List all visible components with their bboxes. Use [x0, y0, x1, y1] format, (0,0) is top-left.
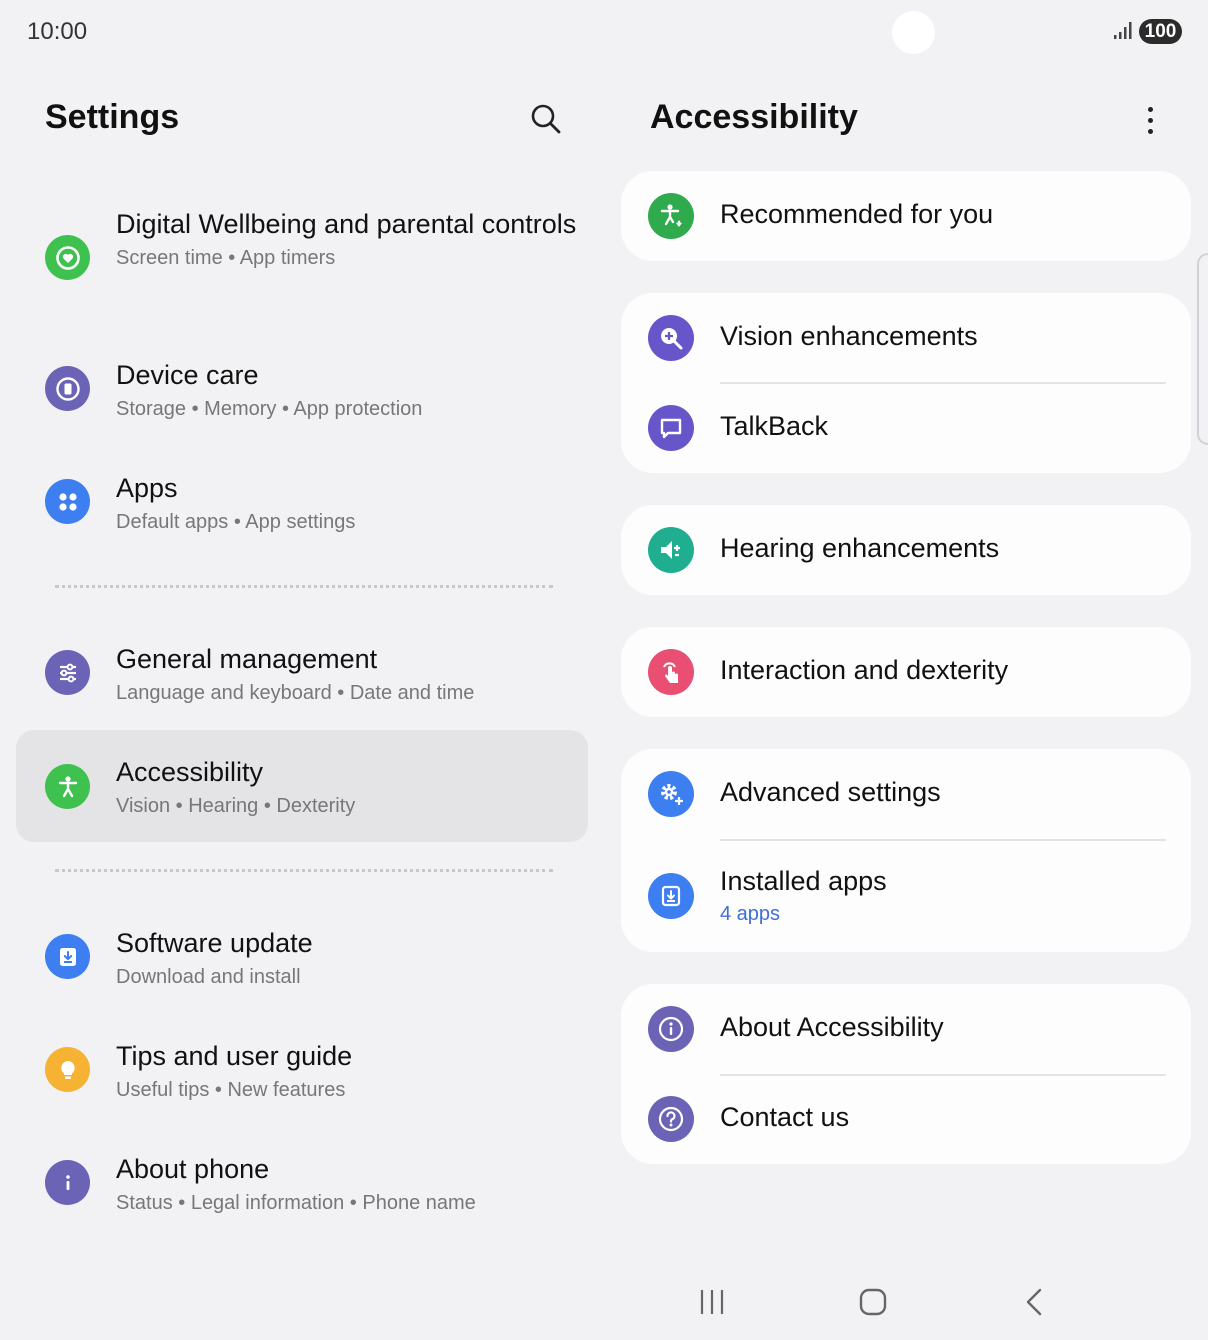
battery-indicator: 100 — [1139, 19, 1182, 44]
row-label: Recommended for you — [720, 199, 994, 229]
more-options-icon — [1147, 106, 1153, 112]
row-label: About Accessibility — [720, 1012, 944, 1042]
accessibility-icon — [45, 764, 90, 809]
settings-item-title: Digital Wellbeing and parental controls — [116, 209, 577, 239]
signal-icon — [1114, 22, 1132, 39]
more-options-icon-dot — [1147, 128, 1153, 134]
recent-apps-icon — [700, 1290, 724, 1314]
installed-apps-count: 4 apps — [720, 903, 781, 925]
settings-item-subtitle: Default apps • App settings — [116, 511, 356, 533]
settings-item-title: Tips and user guide — [116, 1041, 353, 1071]
settings-item-tips[interactable]: Tips and user guide Useful tips • New fe… — [16, 1026, 588, 1114]
talkback-chat-icon — [648, 405, 694, 451]
scrollbar-thumb[interactable] — [1197, 253, 1208, 445]
settings-item-title: Device care — [116, 360, 259, 390]
row-hearing-enhancements[interactable]: Hearing enhancements — [621, 505, 1191, 595]
settings-item-subtitle: Vision • Hearing • Dexterity — [116, 795, 356, 817]
row-label: Vision enhancements — [720, 321, 978, 351]
back-button[interactable] — [1012, 1280, 1058, 1324]
settings-title: Settings — [45, 98, 180, 136]
general-management-icon — [45, 650, 90, 695]
settings-item-digital-wellbeing[interactable]: Digital Wellbeing and parental controls … — [16, 196, 588, 318]
row-label: Interaction and dexterity — [720, 655, 1009, 685]
search-icon — [531, 104, 561, 134]
row-about-accessibility[interactable]: About Accessibility — [621, 984, 1191, 1074]
settings-item-subtitle: Language and keyboard • Date and time — [116, 682, 475, 704]
row-talkback[interactable]: TalkBack — [621, 383, 1191, 473]
settings-item-subtitle: Screen time • App timers — [116, 247, 336, 269]
recent-apps-button[interactable] — [690, 1280, 736, 1324]
more-options-icon-dot — [1147, 117, 1153, 123]
search-button[interactable] — [524, 97, 568, 141]
accessibility-title: Accessibility — [650, 98, 858, 136]
card-interaction: Interaction and dexterity — [621, 627, 1191, 717]
status-bar: 10:00 100 — [0, 0, 1208, 64]
row-label: Contact us — [720, 1102, 850, 1132]
row-vision-enhancements[interactable]: Vision enhancements — [621, 293, 1191, 383]
row-installed-apps[interactable]: Installed apps 4 apps — [621, 840, 1191, 952]
card-vision: Vision enhancements TalkBack — [621, 293, 1191, 473]
row-label: Installed apps — [720, 866, 887, 896]
digital-wellbeing-icon — [45, 235, 90, 280]
settings-item-software-update[interactable]: Software update Download and install — [16, 913, 588, 1001]
row-advanced-settings[interactable]: Advanced settings — [621, 749, 1191, 839]
info-icon — [648, 1006, 694, 1052]
row-label: Advanced settings — [720, 777, 941, 807]
installed-download-icon — [648, 873, 694, 919]
device-care-icon — [45, 366, 90, 411]
row-interaction-dexterity[interactable]: Interaction and dexterity — [621, 627, 1191, 717]
settings-item-subtitle: Status • Legal information • Phone name — [116, 1192, 476, 1214]
front-camera — [892, 11, 935, 54]
apps-icon — [45, 479, 90, 524]
card-hearing: Hearing enhancements — [621, 505, 1191, 595]
row-label: Hearing enhancements — [720, 533, 1000, 563]
back-icon — [1026, 1288, 1042, 1316]
software-update-icon — [45, 934, 90, 979]
home-icon — [859, 1288, 887, 1316]
row-label: TalkBack — [720, 411, 829, 441]
card-about: About Accessibility Contact us — [621, 984, 1191, 1164]
tips-icon — [45, 1047, 90, 1092]
settings-item-title: Software update — [116, 928, 313, 958]
interaction-touch-icon — [648, 649, 694, 695]
settings-item-title: Apps — [116, 473, 178, 503]
settings-item-subtitle: Storage • Memory • App protection — [116, 398, 423, 420]
help-question-icon — [648, 1096, 694, 1142]
advanced-gear-icon — [648, 771, 694, 817]
settings-item-accessibility[interactable]: Accessibility Vision • Hearing • Dexteri… — [16, 730, 588, 842]
settings-item-subtitle: Useful tips • New features — [116, 1079, 346, 1101]
settings-item-general-management[interactable]: General management Language and keyboard… — [16, 629, 588, 717]
more-options-button[interactable] — [1134, 100, 1166, 140]
vision-magnifier-icon — [648, 315, 694, 361]
settings-item-title: General management — [116, 644, 378, 674]
card-advanced: Advanced settings Installed apps 4 apps — [621, 749, 1191, 952]
settings-item-title: Accessibility — [116, 757, 264, 787]
recommended-accessibility-icon — [648, 193, 694, 239]
group-divider — [55, 585, 553, 588]
group-divider — [55, 869, 553, 872]
card-recommended: Recommended for you — [621, 171, 1191, 261]
settings-item-title: About phone — [116, 1154, 270, 1184]
settings-item-device-care[interactable]: Device care Storage • Memory • App prote… — [16, 345, 588, 433]
row-contact-us[interactable]: Contact us — [621, 1074, 1191, 1164]
home-button[interactable] — [850, 1280, 896, 1324]
about-phone-icon — [45, 1160, 90, 1205]
hearing-speaker-icon — [648, 527, 694, 573]
settings-item-apps[interactable]: Apps Default apps • App settings — [16, 458, 588, 546]
settings-item-subtitle: Download and install — [116, 966, 301, 988]
status-time: 10:00 — [27, 18, 88, 45]
settings-item-about-phone[interactable]: About phone Status • Legal information •… — [16, 1139, 588, 1227]
row-recommended-for-you[interactable]: Recommended for you — [621, 171, 1191, 261]
